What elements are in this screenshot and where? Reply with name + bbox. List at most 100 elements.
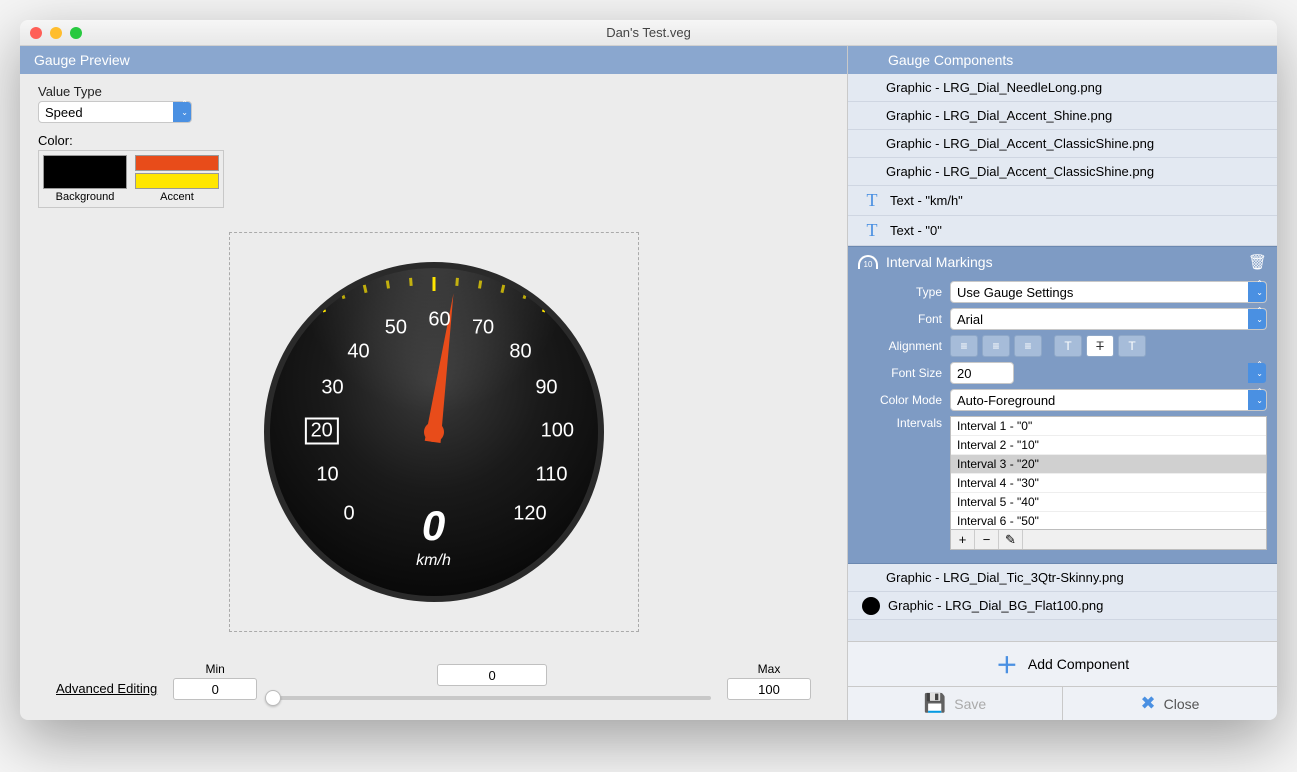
component-row[interactable]: Graphic - LRG_Dial_Tic_3Qtr-Skinny.png bbox=[848, 564, 1277, 592]
gauge-tick bbox=[432, 277, 435, 291]
interval-item[interactable]: Interval 5 - "40" bbox=[951, 493, 1266, 512]
gauge-tick-minor bbox=[478, 280, 482, 288]
colormode-label: Color Mode bbox=[858, 393, 942, 407]
component-label: Graphic - LRG_Dial_Accent_ClassicShine.p… bbox=[886, 136, 1154, 151]
gauge-tick-minor bbox=[585, 319, 592, 327]
add-component-button[interactable]: ＋ Add Component bbox=[848, 641, 1277, 686]
type-select[interactable]: Use Gauge Settings bbox=[950, 281, 1267, 303]
component-label: Graphic - LRG_Dial_BG_Flat100.png bbox=[888, 598, 1103, 613]
components-panel: Gauge Components Graphic - LRG_Dial_Need… bbox=[847, 46, 1277, 720]
text-icon: T bbox=[862, 190, 882, 211]
component-row[interactable]: Graphic - LRG_Dial_Accent_Shine.png bbox=[848, 102, 1277, 130]
component-row[interactable]: Graphic - LRG_Dial_Accent_ClassicShine.p… bbox=[848, 158, 1277, 186]
gauge-tick-minor bbox=[276, 319, 283, 327]
value-type-select[interactable]: Speed bbox=[38, 101, 192, 123]
font-select[interactable]: Arial bbox=[950, 308, 1267, 330]
interval-title: Interval Markings bbox=[886, 254, 993, 270]
gauge-tick bbox=[318, 298, 326, 312]
window-title: Dan's Test.veg bbox=[20, 25, 1277, 40]
accent-swatch-2[interactable] bbox=[135, 173, 219, 189]
interval-item[interactable]: Interval 2 - "10" bbox=[951, 436, 1266, 455]
color-label: Color: bbox=[38, 133, 829, 148]
valign-top-button[interactable]: T bbox=[1054, 335, 1082, 357]
accent-swatch-1[interactable] bbox=[135, 155, 219, 171]
interval-edit-button[interactable]: ✎ bbox=[999, 530, 1023, 549]
gauge-number: 40 bbox=[347, 341, 369, 364]
component-row[interactable]: Graphic - LRG_Dial_NeedleLong.png bbox=[848, 74, 1277, 102]
interval-add-button[interactable]: + bbox=[951, 530, 975, 549]
slider-value-input[interactable] bbox=[437, 664, 547, 686]
close-label: Close bbox=[1164, 696, 1200, 712]
close-icon: ✖ bbox=[1141, 693, 1156, 714]
gauge-number: 30 bbox=[321, 377, 343, 400]
gauge-number: 100 bbox=[541, 420, 574, 443]
circle-icon bbox=[862, 597, 880, 615]
gauge-tick bbox=[541, 298, 549, 312]
component-row[interactable]: Graphic - LRG_Dial_Accent_ClassicShine.p… bbox=[848, 130, 1277, 158]
gauge-tick-minor bbox=[340, 291, 345, 300]
gauge-number: 60 bbox=[428, 309, 450, 332]
interval-item[interactable]: Interval 3 - "20" bbox=[951, 455, 1266, 474]
font-label: Font bbox=[858, 312, 942, 326]
component-label: Text - "km/h" bbox=[890, 193, 963, 208]
fontsize-label: Font Size bbox=[858, 366, 942, 380]
gauge-center-value: 0 bbox=[422, 502, 445, 550]
gauge-tick-minor bbox=[522, 291, 527, 300]
background-swatch[interactable] bbox=[43, 155, 127, 189]
component-label: Graphic - LRG_Dial_Accent_Shine.png bbox=[886, 108, 1112, 123]
save-icon: 💾 bbox=[924, 693, 946, 714]
interval-markings-panel: 10 Interval Markings 🗑 Type Use Gauge Se… bbox=[848, 246, 1277, 564]
gauge-tick-minor bbox=[385, 280, 389, 288]
components-header: Gauge Components bbox=[848, 46, 1277, 74]
min-label: Min bbox=[206, 662, 225, 676]
align-right-button[interactable]: ≡ bbox=[1014, 335, 1042, 357]
slider-thumb[interactable] bbox=[265, 690, 281, 706]
align-left-button[interactable]: ≡ bbox=[950, 335, 978, 357]
gauge-preview-frame: 0 km/h 0102030405060708090100110120 bbox=[229, 232, 639, 632]
plus-icon: ＋ bbox=[996, 648, 1018, 680]
component-label: Text - "0" bbox=[890, 223, 942, 238]
component-label: Graphic - LRG_Dial_Tic_3Qtr-Skinny.png bbox=[886, 570, 1124, 585]
gauge-number: 50 bbox=[385, 317, 407, 340]
gauge-number: 0 bbox=[344, 502, 355, 525]
intervals-label: Intervals bbox=[858, 416, 942, 430]
color-swatches: Background Accent bbox=[38, 150, 224, 208]
gauge-tick-minor bbox=[455, 278, 459, 286]
save-button[interactable]: 💾 Save bbox=[848, 687, 1063, 720]
fontsize-select[interactable]: 20 bbox=[950, 362, 1014, 384]
gauge-tick-minor bbox=[565, 308, 571, 317]
gauge-tick-minor bbox=[409, 278, 413, 286]
valign-bottom-button[interactable]: T bbox=[1118, 335, 1146, 357]
component-row[interactable]: TText - "0" bbox=[848, 216, 1277, 246]
add-component-label: Add Component bbox=[1028, 656, 1129, 672]
colormode-select[interactable]: Auto-Foreground bbox=[950, 389, 1267, 411]
interval-remove-button[interactable]: − bbox=[975, 530, 999, 549]
max-input[interactable] bbox=[727, 678, 811, 700]
min-input[interactable] bbox=[173, 678, 257, 700]
gauge-number: 110 bbox=[536, 464, 568, 487]
preview-header: Gauge Preview bbox=[20, 46, 847, 74]
align-center-button[interactable]: ≡ bbox=[982, 335, 1010, 357]
titlebar: Dan's Test.veg bbox=[20, 20, 1277, 46]
component-row[interactable]: T Text - "km/h" bbox=[848, 186, 1277, 216]
valign-middle-button[interactable]: T bbox=[1086, 335, 1114, 357]
app-window: Dan's Test.veg Gauge Preview Value Type … bbox=[20, 20, 1277, 720]
interval-item[interactable]: Interval 4 - "30" bbox=[951, 474, 1266, 493]
close-button[interactable]: ✖ Close bbox=[1063, 687, 1277, 720]
gauge-tick-minor bbox=[296, 308, 302, 317]
gauge-number: 70 bbox=[472, 317, 494, 340]
advanced-editing-link[interactable]: Advanced Editing bbox=[56, 681, 157, 696]
component-list[interactable]: Graphic - LRG_Dial_NeedleLong.png Graphic… bbox=[848, 74, 1277, 641]
gauge-number: 10 bbox=[316, 464, 338, 487]
gauge-unit: km/h bbox=[416, 552, 451, 570]
gauge-hub bbox=[424, 422, 444, 442]
value-slider[interactable] bbox=[273, 696, 711, 700]
gauge-number: 80 bbox=[509, 341, 531, 364]
gauge-number: 20 bbox=[305, 418, 339, 445]
interval-item[interactable]: Interval 6 - "50" bbox=[951, 512, 1266, 530]
delete-icon[interactable]: 🗑 bbox=[1248, 253, 1267, 271]
max-label: Max bbox=[758, 662, 781, 676]
intervals-list[interactable]: Interval 1 - "0"Interval 2 - "10"Interva… bbox=[950, 416, 1267, 530]
component-row[interactable]: Graphic - LRG_Dial_BG_Flat100.png bbox=[848, 592, 1277, 620]
interval-item[interactable]: Interval 1 - "0" bbox=[951, 417, 1266, 436]
